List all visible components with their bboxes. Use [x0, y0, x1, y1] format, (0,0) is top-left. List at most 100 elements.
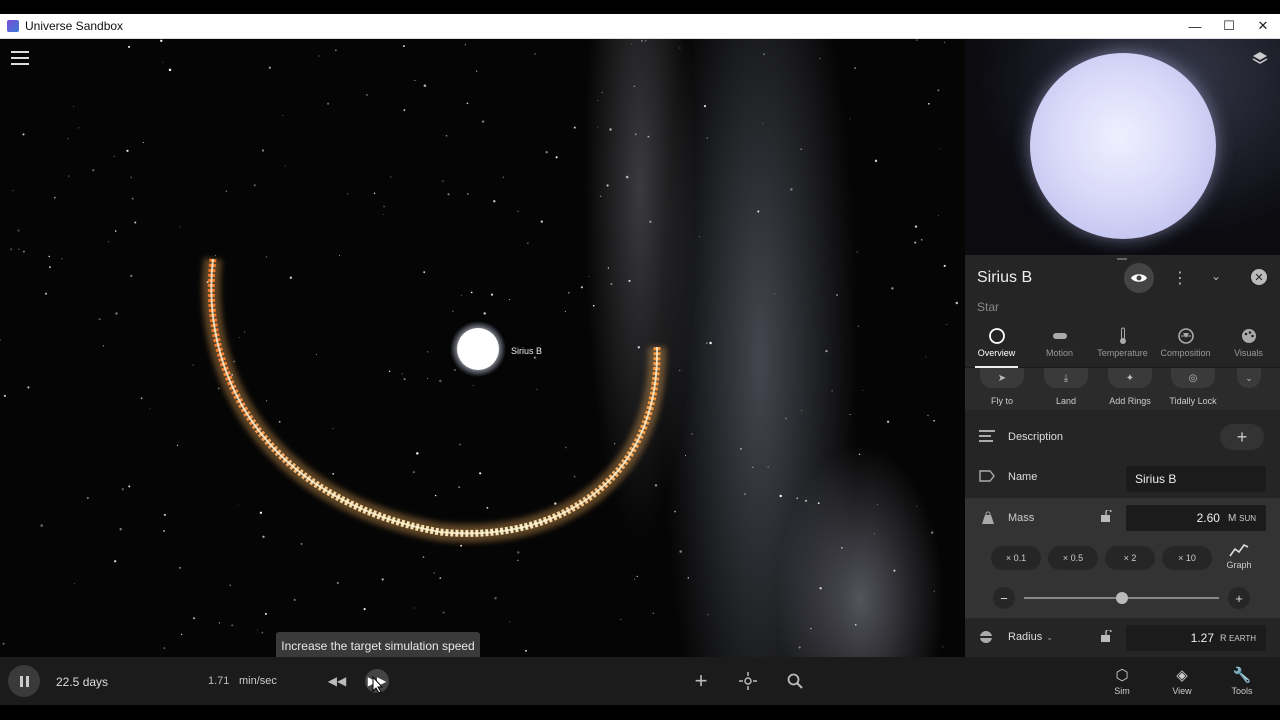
background-star	[687, 577, 690, 579]
background-star	[939, 148, 942, 150]
radius-field[interactable]: 1.27 R EARTH	[1126, 625, 1266, 651]
background-star	[652, 612, 654, 614]
background-star	[610, 282, 613, 286]
background-star	[347, 193, 349, 195]
tab-composition[interactable]: Composition	[1154, 324, 1217, 367]
window-controls: — ☐ ✕	[1178, 14, 1280, 39]
background-star	[381, 578, 384, 581]
background-star	[625, 175, 629, 179]
add-rings-button[interactable]: ✦ Add Rings	[1102, 368, 1158, 406]
background-star	[439, 379, 442, 383]
background-star	[447, 193, 450, 196]
speed-value[interactable]: 1.71	[208, 675, 229, 687]
background-star	[44, 292, 48, 295]
background-star	[933, 419, 935, 422]
tab-visuals[interactable]: Visuals	[1217, 324, 1280, 367]
background-star	[86, 496, 89, 500]
background-star	[942, 646, 944, 648]
tab-temperature[interactable]: Temperature	[1091, 324, 1154, 367]
background-star	[533, 356, 536, 359]
mass-multiply-2-button[interactable]: × 2	[1105, 546, 1155, 570]
mass-field[interactable]: 2.60 M SUN	[1126, 505, 1266, 531]
background-star	[568, 292, 570, 294]
background-star	[423, 271, 426, 273]
mass-multiply-0-5-button[interactable]: × 0.5	[1048, 546, 1098, 570]
search-icon[interactable]	[784, 670, 806, 692]
mass-increase-button[interactable]: +	[1228, 587, 1250, 609]
mass-decrease-button[interactable]: −	[993, 587, 1015, 609]
object-label[interactable]: Sirius B	[511, 346, 542, 356]
background-star	[74, 583, 75, 584]
background-star	[231, 624, 233, 626]
background-star	[264, 612, 267, 615]
eye-icon[interactable]	[1124, 263, 1154, 293]
background-star	[2, 642, 5, 645]
radius-icon	[979, 630, 995, 644]
background-star	[757, 210, 760, 213]
background-star	[168, 68, 172, 72]
chevron-down-icon[interactable]: ⌄	[1211, 269, 1221, 283]
background-star	[825, 349, 828, 353]
background-star	[403, 378, 406, 381]
background-star	[490, 293, 494, 296]
background-star	[647, 135, 650, 138]
unlock-icon[interactable]	[1100, 508, 1112, 525]
add-object-button[interactable]: +	[690, 668, 712, 693]
graph-icon	[1229, 543, 1249, 557]
add-description-button[interactable]: +	[1220, 424, 1264, 450]
maximize-button[interactable]: ☐	[1212, 14, 1246, 39]
background-star	[253, 184, 256, 187]
focus-icon[interactable]	[737, 670, 759, 692]
land-button[interactable]: ⤓ Land	[1038, 368, 1094, 406]
name-field[interactable]: Sirius B	[1126, 466, 1266, 492]
background-star	[459, 443, 461, 446]
background-star	[114, 230, 117, 232]
mass-slider-thumb[interactable]	[1115, 592, 1128, 604]
background-star	[300, 543, 303, 545]
background-star	[335, 49, 337, 51]
radius-label[interactable]: Radius ⌄	[1008, 631, 1053, 643]
close-window-button[interactable]: ✕	[1246, 14, 1280, 39]
minimize-button[interactable]: —	[1178, 14, 1212, 39]
mass-graph-button[interactable]: Graph	[1221, 542, 1257, 570]
tidally-lock-button[interactable]: ◎ Tidally Lock	[1165, 368, 1221, 406]
space-viewport[interactable]: Sirius B Increase the target simulation …	[0, 39, 965, 657]
sim-tab[interactable]: ⬡ Sim	[1102, 664, 1142, 696]
background-star	[486, 506, 489, 509]
cube-icon: ⬡	[1115, 667, 1129, 684]
chevron-down-icon[interactable]: ⌄	[1237, 368, 1261, 388]
mass-multiply-10-button[interactable]: × 10	[1162, 546, 1212, 570]
radius-row: Radius ⌄ 1.27 R EARTH	[965, 618, 1280, 657]
background-star	[874, 159, 878, 163]
background-star	[383, 205, 386, 208]
sirius-b-star[interactable]	[457, 328, 499, 370]
pause-button[interactable]	[8, 665, 40, 697]
tab-overview[interactable]: Overview	[965, 324, 1028, 368]
tab-motion[interactable]: Motion	[1028, 324, 1091, 367]
background-star	[937, 215, 939, 216]
background-star	[876, 503, 878, 506]
background-star	[68, 175, 70, 177]
view-tab[interactable]: ◈ View	[1162, 664, 1202, 696]
description-icon	[979, 430, 995, 444]
background-star	[925, 356, 927, 358]
fly-to-button[interactable]: ➤ Fly to	[974, 368, 1030, 406]
background-star	[654, 484, 658, 487]
panel-resize-grip[interactable]	[1117, 258, 1127, 260]
tools-tab[interactable]: 🔧 Tools	[1222, 664, 1262, 696]
background-star	[481, 120, 485, 123]
hamburger-menu-icon[interactable]	[11, 51, 29, 67]
unlock-icon[interactable]	[1100, 628, 1112, 645]
layers-icon[interactable]	[1252, 51, 1268, 67]
mass-multiply-0-1-button[interactable]: × 0.1	[991, 546, 1041, 570]
close-panel-icon[interactable]: ✕	[1251, 269, 1267, 285]
decrease-speed-button[interactable]: ◀◀	[326, 670, 348, 692]
background-star	[98, 318, 101, 321]
background-star	[743, 493, 747, 496]
background-star	[637, 346, 641, 349]
background-star	[494, 596, 497, 600]
background-star	[422, 556, 425, 558]
more-options-icon[interactable]: ⋮	[1172, 268, 1188, 288]
background-star	[458, 486, 460, 488]
wrench-icon: 🔧	[1232, 667, 1252, 684]
